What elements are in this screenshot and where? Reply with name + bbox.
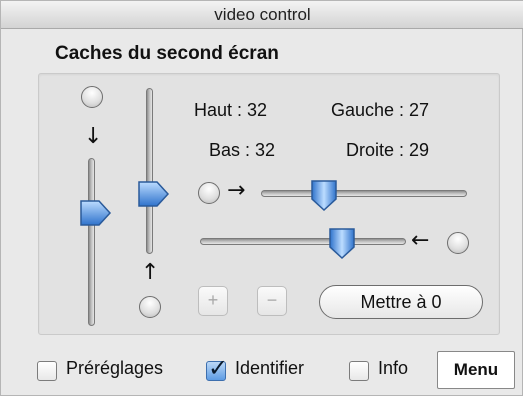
window-title: video control xyxy=(1,1,523,29)
right-endpoint-knob[interactable] xyxy=(447,232,469,254)
left-mask-slider-thumb[interactable] xyxy=(310,179,338,213)
section-title: Caches du second écran xyxy=(55,43,279,64)
left-endpoint-knob[interactable] xyxy=(198,182,220,204)
add-preset-button[interactable]: + xyxy=(198,286,228,316)
right-arrow-icon: → xyxy=(227,178,246,203)
reset-button[interactable]: Mettre à 0 xyxy=(319,285,483,319)
presets-checkbox[interactable] xyxy=(37,361,57,381)
bottom-mask-slider-thumb[interactable] xyxy=(137,180,171,208)
right-mask-slider-track[interactable] xyxy=(200,238,406,245)
identify-checkbox-label[interactable]: Identifier xyxy=(235,358,304,379)
top-endpoint-knob[interactable] xyxy=(81,86,103,108)
down-arrow-icon: ↓ xyxy=(84,124,103,149)
bottom-mask-slider-track[interactable] xyxy=(146,88,153,254)
video-control-window: video control Caches du second écran ↓ ↑… xyxy=(0,0,523,396)
gauche-value-label: Gauche : 27 xyxy=(331,100,430,120)
menu-button[interactable]: Menu xyxy=(437,351,515,389)
remove-preset-button[interactable]: − xyxy=(257,286,287,316)
bottom-endpoint-knob[interactable] xyxy=(139,296,161,318)
haut-value-label: Haut : 32 xyxy=(194,100,268,120)
presets-checkbox-label[interactable]: Préréglages xyxy=(66,358,163,379)
left-mask-slider-track[interactable] xyxy=(261,190,467,197)
bas-value-label: Bas : 32 xyxy=(209,140,276,160)
left-arrow-icon: ← xyxy=(411,228,430,253)
info-checkbox[interactable] xyxy=(349,361,369,381)
droite-value-label: Droite : 29 xyxy=(346,140,430,160)
identify-checkbox[interactable]: ✓ xyxy=(206,356,228,381)
info-checkbox-label[interactable]: Info xyxy=(378,358,408,379)
checkmark-icon: ✓ xyxy=(208,354,229,382)
top-mask-slider-thumb[interactable] xyxy=(79,199,113,227)
right-mask-slider-thumb[interactable] xyxy=(328,227,356,261)
up-arrow-icon: ↑ xyxy=(141,260,160,285)
top-mask-slider-track[interactable] xyxy=(88,158,95,326)
